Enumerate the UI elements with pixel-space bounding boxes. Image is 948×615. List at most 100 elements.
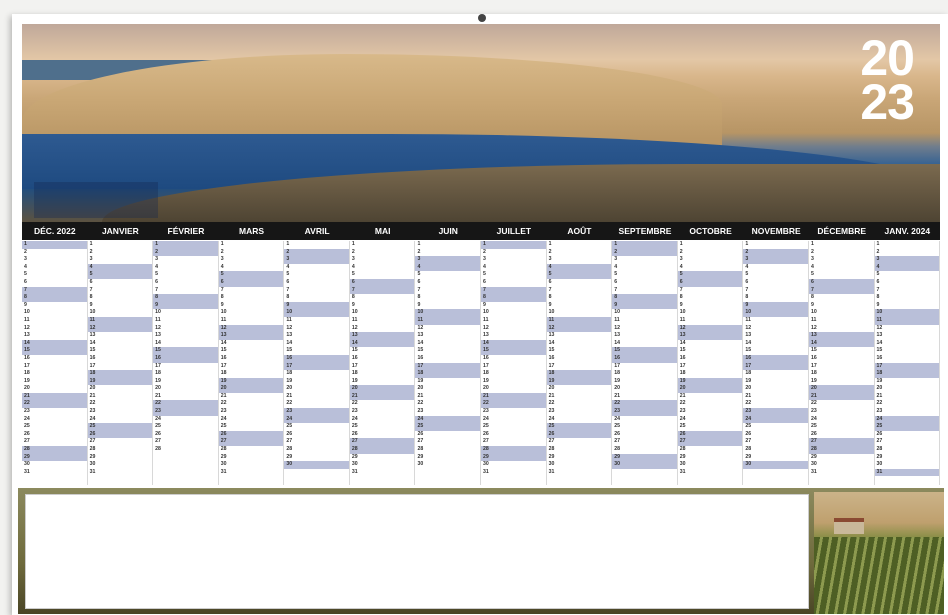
day-row: 7 (547, 287, 612, 295)
day-row: 21 (349, 392, 415, 401)
day-row: 11 (350, 317, 415, 325)
day-row: 10 (88, 309, 153, 317)
day-number: 11 (483, 316, 489, 323)
day-number: 7 (24, 286, 27, 293)
day-number: 9 (220, 301, 224, 308)
day-number: 16 (548, 354, 555, 361)
day-row: 21 (875, 393, 940, 401)
day-row: 21 (284, 393, 349, 401)
day-number: 1 (351, 241, 355, 247)
day-row: 24 (481, 416, 546, 424)
day-number: 13 (679, 332, 686, 339)
day-row: 8 (743, 294, 808, 302)
day-row: 12 (350, 325, 415, 333)
day-number: 26 (876, 430, 883, 437)
day-number: 19 (155, 377, 161, 384)
day-number: 23 (24, 408, 30, 415)
day-row: 11 (87, 316, 153, 325)
day-number: 21 (24, 392, 30, 399)
day-row: 16 (350, 355, 415, 363)
month-column: 1 2 3 4 5 6 7 8 9 10 11 12 13 14 15 16 17 18 19 20 21 22 23 24 2… (415, 241, 482, 485)
day-number: 18 (286, 370, 293, 377)
day-row: 30 (743, 461, 808, 469)
day-row: 1 (481, 241, 546, 249)
day-row: 29 (284, 454, 349, 462)
day-number: 21 (679, 392, 686, 399)
day-number: 6 (548, 278, 552, 285)
day-row: 5 (153, 271, 218, 279)
day-row: 11 (22, 317, 87, 325)
day-row: 22 (88, 400, 153, 408)
day-number: 18 (483, 370, 489, 377)
day-row: 13 (22, 332, 87, 340)
day-number: 9 (876, 301, 880, 308)
day-row: 24 (284, 415, 349, 424)
day-row: 24 (219, 416, 284, 424)
day-row: 2 (481, 249, 546, 257)
day-number: 30 (810, 461, 817, 468)
day-row: 2 (153, 248, 218, 257)
day-number: 24 (876, 415, 883, 422)
day-row: 4 (415, 263, 481, 272)
day-row: 14 (678, 340, 743, 348)
day-number: 1 (745, 241, 749, 247)
day-row: 11 (284, 317, 349, 325)
day-row: 19 (875, 378, 940, 386)
day-row: 10 (219, 309, 284, 317)
day-row: 19 (481, 378, 546, 386)
day-row: 20 (677, 385, 743, 393)
day-row: 10 (743, 309, 808, 317)
day-row: 15 (284, 347, 349, 355)
day-number: 1 (24, 241, 27, 247)
day-number: 1 (679, 241, 683, 247)
day-row: 30 (88, 461, 153, 469)
day-number: 2 (417, 248, 421, 255)
day-number: 12 (155, 324, 161, 331)
day-row: 8 (547, 294, 612, 302)
day-number: 2 (876, 248, 880, 255)
day-row: 30 (284, 461, 349, 469)
day-number: 2 (548, 248, 552, 255)
day-number: 13 (417, 332, 424, 339)
day-row: 30 (678, 461, 743, 469)
day-number: 25 (745, 423, 752, 430)
day-row: 3 (415, 256, 481, 264)
day-row: 19 (218, 377, 284, 386)
day-number: 27 (351, 438, 358, 445)
day-row: 13 (415, 332, 480, 340)
day-row: 4 (874, 263, 940, 272)
day-row: 6 (218, 278, 284, 287)
day-number: 28 (483, 446, 489, 453)
day-number: 13 (876, 332, 883, 339)
day-row: 21 (153, 393, 218, 401)
day-number: 26 (286, 430, 293, 437)
day-number: 16 (220, 354, 227, 361)
day-row: 4 (546, 263, 612, 272)
month-header: MAI (374, 226, 391, 236)
day-number: 19 (876, 377, 883, 384)
month-header: JUIN (438, 226, 458, 236)
day-number: 7 (417, 286, 421, 293)
day-row: 14 (808, 339, 874, 348)
day-number: 5 (810, 271, 814, 278)
day-number: 24 (351, 415, 358, 422)
hanging-hole (478, 14, 486, 22)
day-number: 6 (155, 278, 159, 285)
day-row: 27 (88, 438, 153, 446)
day-number: 18 (417, 370, 424, 377)
day-number: 11 (679, 316, 686, 323)
day-number: 13 (351, 332, 358, 339)
day-row: 13 (808, 332, 874, 340)
day-number: 21 (351, 392, 358, 399)
day-number: 17 (876, 362, 883, 369)
day-number: 2 (810, 248, 814, 255)
day-row: 23 (547, 408, 612, 416)
day-row: 29 (481, 453, 546, 462)
day-row: 26 (612, 431, 677, 439)
day-row: 7 (153, 287, 218, 295)
day-row: 6 (153, 279, 218, 287)
day-number: 9 (745, 301, 749, 308)
day-number: 7 (286, 286, 290, 293)
day-row: 22 (743, 400, 808, 408)
day-row: 21 (808, 392, 874, 401)
